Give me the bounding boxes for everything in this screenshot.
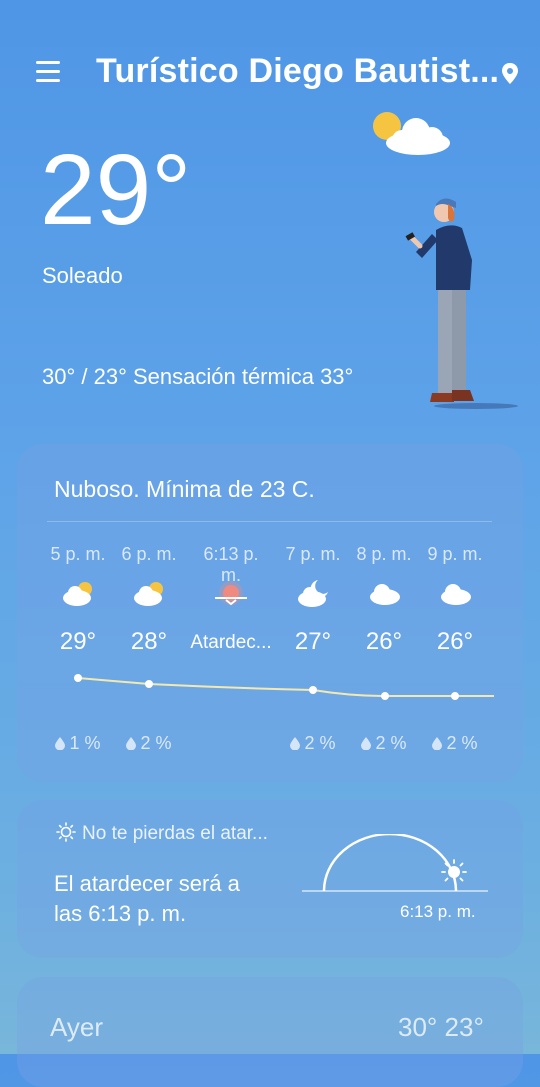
hour-time: 5 p. m. — [50, 544, 106, 564]
partly-cloudy-day-icon — [63, 582, 92, 606]
person-illustration — [405, 198, 518, 409]
divider — [47, 521, 492, 522]
curve-point — [74, 674, 82, 682]
hour-precip: 2 % — [344, 733, 424, 754]
cloudy-icon — [441, 584, 471, 605]
menu-button[interactable] — [36, 61, 60, 83]
sun-icon — [56, 822, 76, 842]
sun-icon — [441, 859, 467, 882]
water-drop-icon — [290, 737, 301, 750]
hour-time: 7 p. m. — [285, 544, 341, 564]
temperature-curve — [74, 674, 494, 700]
partly-cloudy-day-icon — [134, 582, 163, 606]
sun-cloud-illustration — [373, 112, 450, 155]
curve-point — [145, 680, 153, 688]
yesterday-label: Ayer — [50, 1012, 103, 1042]
current-condition: Soleado — [42, 263, 123, 288]
hour-sunset-label: Atardec... — [190, 632, 272, 653]
current-temperature: 29° — [40, 134, 192, 246]
sun-arc-graphic — [302, 834, 488, 892]
temp-range-feels-like: 30° / 23° Sensación térmica 33° — [42, 364, 354, 389]
sunset-icon — [215, 581, 247, 606]
hour-precip: 2 % — [109, 733, 189, 754]
hour-time: 9 p. m. — [427, 544, 483, 564]
water-drop-icon — [126, 737, 137, 750]
water-drop-icon — [432, 737, 443, 750]
hour-precip: 1 % — [38, 733, 118, 754]
hour-temp: 28° — [130, 628, 168, 655]
location-title[interactable]: Turístico Diego Bautist... — [96, 52, 499, 91]
sunset-tip: No te pierdas el atar... — [56, 822, 268, 845]
cloudy-icon — [370, 584, 400, 605]
partly-cloudy-night-icon — [298, 580, 328, 607]
water-drop-icon — [361, 737, 372, 750]
curve-point — [309, 686, 317, 694]
location-pin-icon[interactable] — [500, 62, 520, 86]
hour-time: 8 p. m. — [356, 544, 412, 564]
yesterday-range: 30° 23° — [398, 1012, 484, 1042]
curve-point — [381, 692, 389, 700]
water-drop-icon — [55, 737, 66, 750]
hour-precip: 2 % — [415, 733, 495, 754]
curve-point — [451, 692, 459, 700]
hour-temp: 26° — [436, 628, 474, 655]
sunset-message: El atardecer será a las 6:13 p. m. — [54, 871, 240, 926]
hourly-summary: Nuboso. Mínima de 23 C. — [54, 476, 315, 502]
hour-precip: 2 % — [273, 733, 353, 754]
hour-time: 6 p. m. — [121, 544, 177, 564]
sunset-time: 6:13 p. m. — [400, 902, 476, 921]
